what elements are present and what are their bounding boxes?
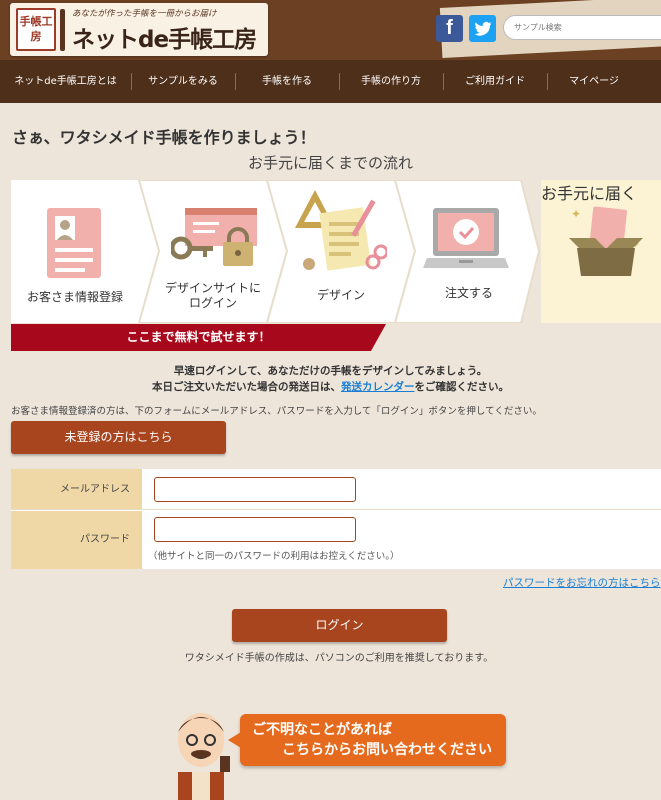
- email-row: メールアドレス: [11, 469, 661, 510]
- nav-item-howto[interactable]: 手帳の作り方: [339, 60, 443, 103]
- shipping-note-post: をご確認ください。: [414, 381, 510, 393]
- site-logo[interactable]: 手帳工房 あなたが作った手帳を一冊からお届け ネットde手帳工房: [10, 3, 268, 56]
- password-label: パスワード: [11, 511, 142, 569]
- contact-line2: こちらからお問い合わせください: [282, 742, 492, 758]
- step-label: 注文する: [444, 286, 493, 300]
- step-delivered: ✦ ✦ お手元に届く: [541, 180, 661, 323]
- step-label: お客さま情報登録: [26, 290, 123, 304]
- flow-subtitle: お手元に届くまでの流れ: [247, 154, 413, 172]
- logo-tagline: あなたが作った手帳を一冊からお届け: [72, 9, 217, 19]
- delivery-box-icon: ✦ ✦: [569, 206, 643, 276]
- page-title: さぁ、ワタシメイド手帳を作りましょう！: [12, 128, 316, 147]
- nav-item-guide[interactable]: ご利用ガイド: [443, 60, 547, 103]
- nav-item-create[interactable]: 手帳を作る: [235, 60, 339, 103]
- lead-text: 早速ログインして、あなただけの手帳をデザインしてみましょう。: [173, 365, 488, 377]
- pc-recommend-note: ワタシメイド手帳の作成は、パソコンのご利用を推奨しております。: [184, 653, 494, 664]
- shipping-calendar-link[interactable]: 発送カレンダー: [341, 381, 415, 393]
- pen-icon: [60, 9, 65, 51]
- shipping-note-pre: 本日ご注文いただいた場合の発送日は、: [152, 381, 341, 393]
- email-label: メールアドレス: [11, 469, 142, 509]
- nav-item-mypage[interactable]: マイページ: [547, 60, 641, 103]
- step-order: 注文する: [405, 180, 533, 323]
- logo-mark: 手帳工房: [16, 8, 56, 51]
- mascot-icon: [178, 713, 230, 800]
- twitter-icon[interactable]: [469, 15, 496, 42]
- step-label-line1: デザインサイトに: [164, 281, 261, 295]
- contact-line1: ご不明なことがあれば: [252, 722, 392, 738]
- contact-bubble[interactable]: ご不明なことがあれば こちらからお問い合わせください: [228, 714, 506, 766]
- logo-site-name: ネットde手帳工房: [72, 27, 257, 53]
- main-nav: ネットde手帳工房とは サンプルをみる 手帳を作る 手帳の作り方 ご利用ガイド …: [0, 60, 661, 103]
- step-register: お客さま情報登録: [11, 180, 139, 323]
- email-field[interactable]: [154, 477, 356, 502]
- facebook-icon[interactable]: f: [436, 15, 463, 42]
- free-trial-banner: ここまで無料で試せます！: [11, 324, 386, 351]
- profile-card-icon: [47, 208, 101, 278]
- step-label: デザイン: [316, 288, 365, 302]
- key-lock-icon: [171, 208, 257, 266]
- forgot-password-link[interactable]: パスワードをお忘れの方はこちら: [503, 575, 661, 590]
- step-label: お手元に届く: [541, 184, 638, 203]
- site-header: 手帳工房 あなたが作った手帳を一冊からお届け ネットde手帳工房 f: [0, 0, 661, 60]
- step-design: デザイン: [277, 180, 405, 323]
- svg-text:✦: ✦: [571, 207, 581, 221]
- nav-item-samples[interactable]: サンプルをみる: [131, 60, 235, 103]
- login-button[interactable]: ログイン: [232, 609, 447, 642]
- login-instruction: お客さま情報登録済の方は、下のフォームにメールアドレス、パスワードを入力して「ロ…: [11, 406, 542, 417]
- password-hint: （他サイトと同一のパスワードの利用はお控えください。）: [148, 551, 400, 562]
- nav-item-about[interactable]: ネットde手帳工房とは: [0, 60, 131, 103]
- shipping-note: 本日ご注文いただいた場合の発送日は、発送カレンダーをご確認ください。: [0, 379, 661, 394]
- laptop-check-icon: [423, 208, 509, 268]
- search-input[interactable]: [503, 15, 661, 40]
- step-login: デザインサイトに ログイン: [149, 180, 277, 323]
- design-tools-icon: [295, 190, 387, 271]
- flow-steps: お客さま情報登録 デザインサイトに ログイン デザイン 注文する ✦ お手元に届…: [11, 180, 661, 323]
- password-field[interactable]: [154, 517, 356, 542]
- register-button[interactable]: 未登録の方はこちら: [11, 421, 226, 454]
- step-label-line2: ログイン: [188, 296, 237, 310]
- step-label: デザインサイトに ログイン: [149, 281, 277, 311]
